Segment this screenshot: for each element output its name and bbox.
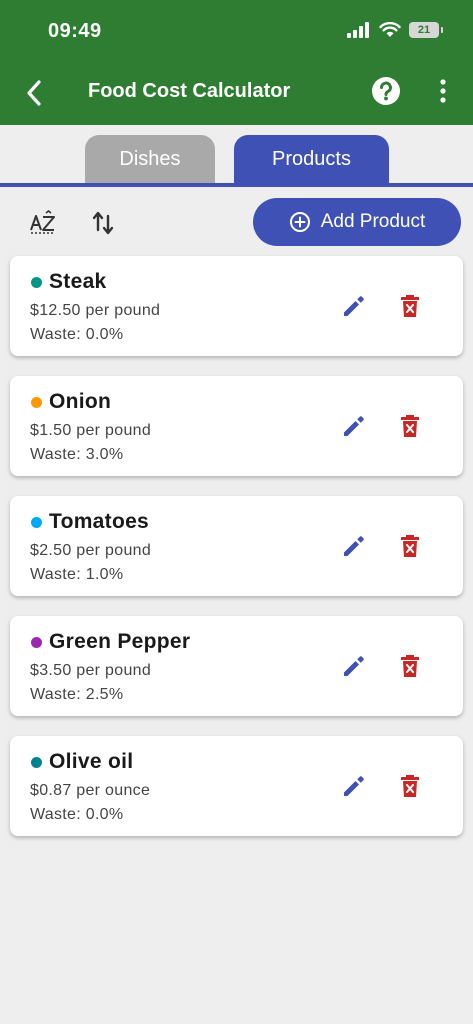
delete-icon [401,295,419,317]
product-color-dot [31,637,42,648]
wifi-icon [379,22,401,37]
add-product-label: Add Product [320,211,426,232]
product-price: $1.50 per pound [30,422,152,439]
list-toolbar: Add Product [0,192,473,252]
add-product-button[interactable]: Add Product [253,198,461,246]
more-vert-icon [440,79,446,103]
delete-product-button[interactable] [396,652,424,680]
tab-underline [0,183,473,187]
product-card[interactable]: Olive oil $0.87 per ounce Waste: 0.0% [10,736,463,836]
add-circle-icon [289,212,310,232]
delete-icon [401,775,419,797]
sort-alpha-icon [30,209,55,234]
status-bar: 09:49 21 [0,0,473,62]
edit-icon [344,416,364,436]
delete-icon [401,415,419,437]
battery-level: 21 [417,24,431,36]
edit-product-button[interactable] [340,772,368,800]
product-waste: Waste: 0.0% [30,806,124,823]
edit-product-button[interactable] [340,412,368,440]
swap-vert-icon [92,211,114,235]
battery-icon: 21 [409,22,443,38]
delete-product-button[interactable] [396,292,424,320]
product-name: Green Pepper [49,630,191,653]
product-waste: Waste: 3.0% [30,446,124,463]
tab-dishes[interactable]: Dishes [85,135,215,184]
sort-alphabetical-button[interactable] [28,208,58,238]
delete-icon [401,535,419,557]
edit-product-button[interactable] [340,532,368,560]
signal-icon [347,22,369,38]
product-card[interactable]: Steak $12.50 per pound Waste: 0.0% [10,256,463,356]
edit-icon [344,776,364,796]
back-button[interactable] [20,78,48,108]
more-options-button[interactable] [432,76,454,106]
edit-product-button[interactable] [340,292,368,320]
product-color-dot [31,277,42,288]
page-title: Food Cost Calculator [88,80,291,102]
delete-icon [401,655,419,677]
product-price: $0.87 per ounce [30,782,151,799]
status-icons: 21 [347,22,443,38]
product-name: Tomatoes [49,510,150,533]
help-button[interactable] [371,76,401,106]
edit-icon [344,536,364,556]
product-price: $3.50 per pound [30,662,152,679]
help-icon [372,77,400,105]
status-time: 09:49 [48,20,102,42]
product-color-dot [31,757,42,768]
product-price: $12.50 per pound [30,302,161,319]
app-bar: Food Cost Calculator [0,62,473,125]
product-name: Onion [49,390,112,413]
edit-product-button[interactable] [340,652,368,680]
product-waste: Waste: 0.0% [30,326,124,343]
product-waste: Waste: 2.5% [30,686,124,703]
product-name: Olive oil [49,750,134,773]
product-price: $2.50 per pound [30,542,152,559]
back-arrow-icon [27,80,41,106]
product-card[interactable]: Green Pepper $3.50 per pound Waste: 2.5% [10,616,463,716]
delete-product-button[interactable] [396,772,424,800]
product-card[interactable]: Onion $1.50 per pound Waste: 3.0% [10,376,463,476]
product-waste: Waste: 1.0% [30,566,124,583]
sort-order-button[interactable] [90,208,116,238]
edit-icon [344,656,364,676]
delete-product-button[interactable] [396,532,424,560]
delete-product-button[interactable] [396,412,424,440]
product-card[interactable]: Tomatoes $2.50 per pound Waste: 1.0% [10,496,463,596]
product-name: Steak [49,270,107,293]
edit-icon [344,296,364,316]
tab-bar: Dishes Products [0,125,473,188]
product-list: Steak $12.50 per pound Waste: 0.0% Onion… [10,256,463,856]
product-color-dot [31,397,42,408]
tab-products[interactable]: Products [234,135,389,184]
product-color-dot [31,517,42,528]
